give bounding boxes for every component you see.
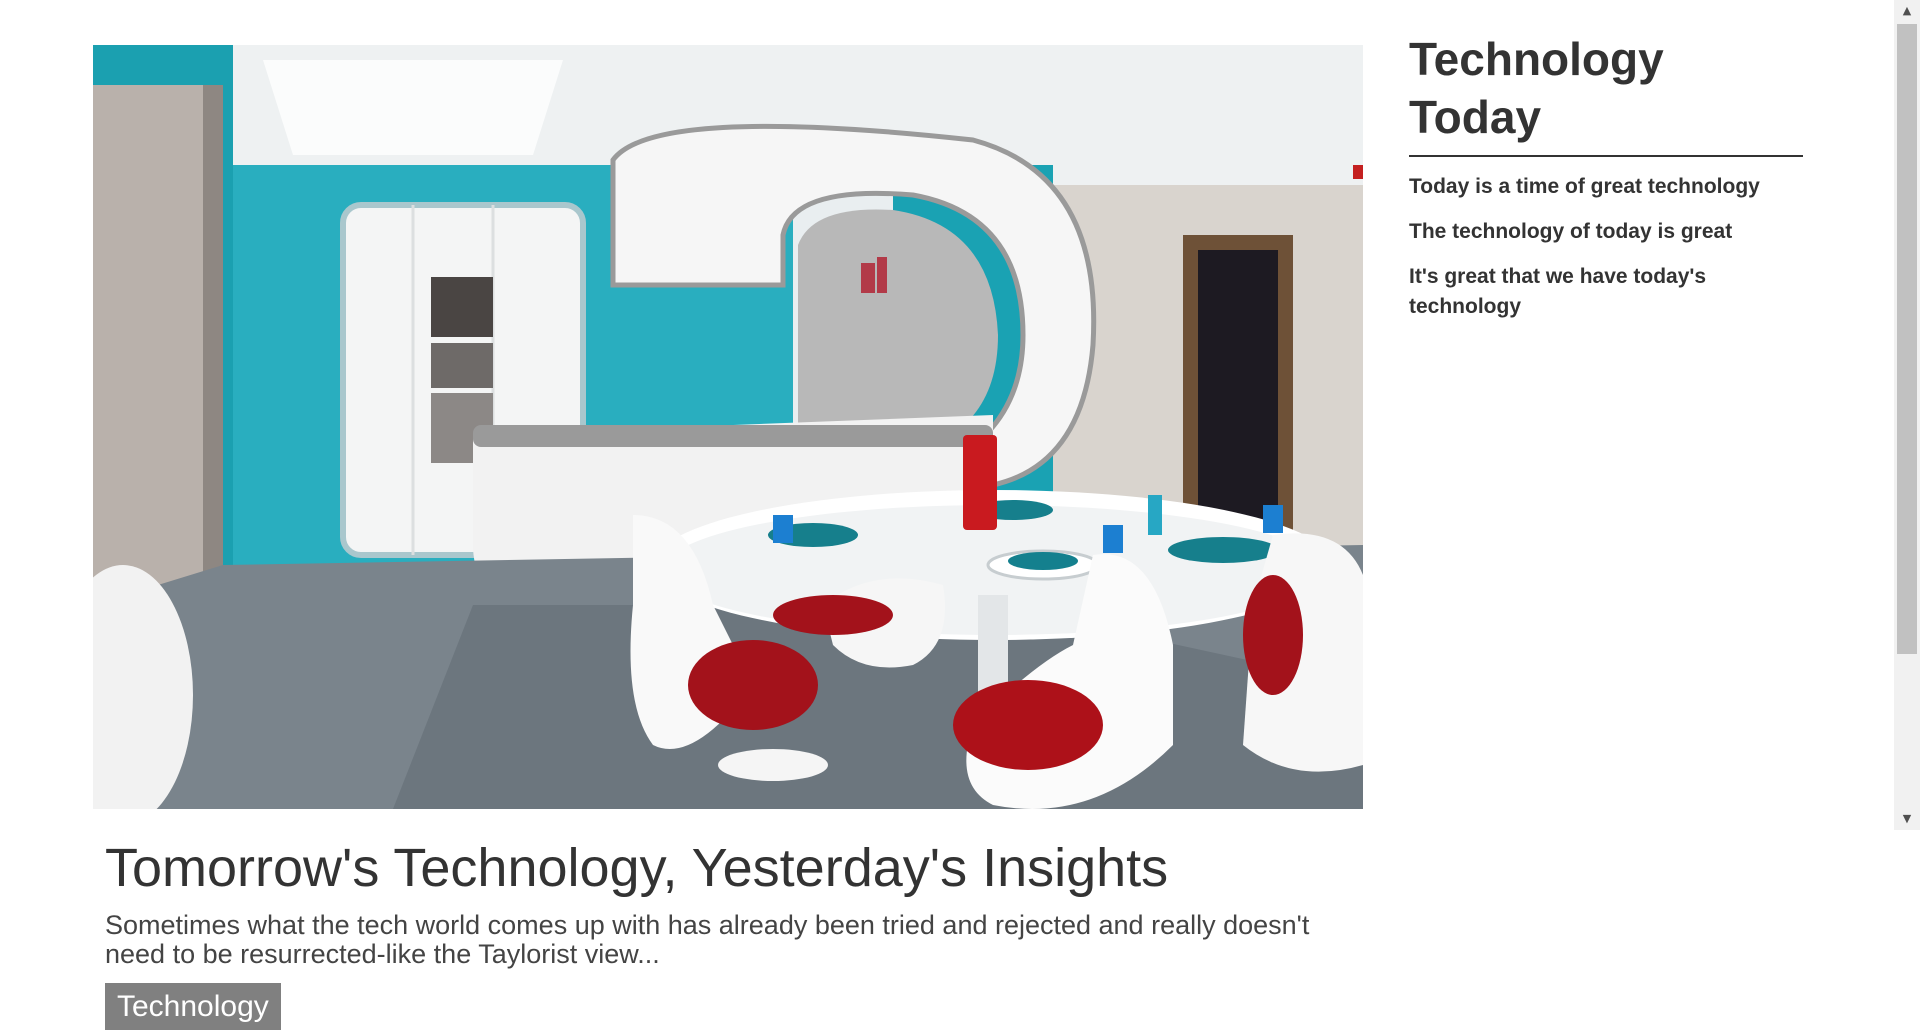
sidebar-link[interactable]: It's great that we have today's technolo… [1409,262,1803,322]
scroll-up-arrow-icon[interactable]: ▲ [1894,0,1920,22]
article-headline[interactable]: Tomorrow's Technology, Yesterday's Insig… [105,837,1351,899]
featured-article: Tomorrow's Technology, Yesterday's Insig… [93,45,1363,1030]
scroll-down-arrow-icon[interactable]: ▼ [1894,808,1920,830]
sidebar-link[interactable]: Today is a time of great technology [1409,172,1803,202]
scrollbar-thumb[interactable] [1897,24,1917,654]
vertical-scrollbar[interactable]: ▲ ▼ [1894,0,1920,830]
kitchen-photo [93,45,1363,809]
category-tag[interactable]: Technology [105,983,281,1030]
sidebar-link[interactable]: The technology of today is great [1409,217,1803,247]
hero-image[interactable] [93,45,1363,809]
sidebar-title: Technology Today [1409,30,1803,157]
page: Tomorrow's Technology, Yesterday's Insig… [0,0,1920,1030]
article-excerpt: Sometimes what the tech world comes up w… [105,910,1310,969]
sidebar-list: Today is a time of great technology The … [1409,172,1803,322]
sidebar: Technology Today Today is a time of grea… [1409,30,1803,322]
article-body: Tomorrow's Technology, Yesterday's Insig… [93,837,1363,1030]
